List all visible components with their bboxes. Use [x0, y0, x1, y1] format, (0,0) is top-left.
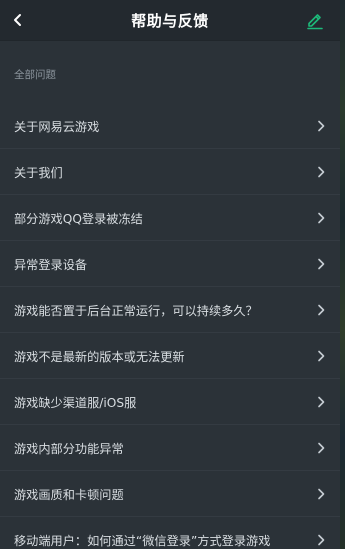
faq-item[interactable]: 游戏能否置于后台正常运行，可以持续多久？	[0, 287, 340, 333]
feedback-edit-button[interactable]	[302, 0, 328, 40]
faq-item-label: 异常登录设备	[14, 257, 88, 272]
app-window: 帮助与反馈 全部问题 关于网易云游戏 关于我们 部分游戏QQ登录被冻结 异常登录…	[0, 0, 345, 549]
faq-item[interactable]: 移动端用户：如何通过“微信登录”方式登录游戏	[0, 517, 340, 549]
chevron-right-icon	[315, 211, 327, 225]
faq-item[interactable]: 游戏内部分功能异常	[0, 425, 340, 471]
faq-item[interactable]: 关于网易云游戏	[0, 103, 340, 149]
faq-item[interactable]: 异常登录设备	[0, 241, 340, 287]
background-game-strip	[340, 0, 345, 549]
faq-item-label: 游戏能否置于后台正常运行，可以持续多久？	[14, 303, 258, 318]
faq-item[interactable]: 游戏不是最新的版本或无法更新	[0, 333, 340, 379]
faq-item-label: 游戏不是最新的版本或无法更新	[14, 349, 185, 364]
chevron-right-icon	[315, 257, 327, 271]
faq-list: 关于网易云游戏 关于我们 部分游戏QQ登录被冻结 异常登录设备 游戏能否置于后台…	[0, 103, 340, 549]
faq-item[interactable]: 部分游戏QQ登录被冻结	[0, 195, 340, 241]
top-bar: 帮助与反馈	[0, 0, 340, 41]
faq-item-label: 游戏缺少渠道服/iOS服	[14, 395, 137, 410]
faq-item-label: 部分游戏QQ登录被冻结	[14, 211, 143, 226]
faq-item-label: 游戏画质和卡顿问题	[14, 487, 124, 502]
chevron-right-icon	[315, 533, 327, 547]
chevron-left-icon	[14, 14, 21, 26]
chevron-right-icon	[315, 303, 327, 317]
faq-item[interactable]: 关于我们	[0, 149, 340, 195]
chevron-right-icon	[315, 349, 327, 363]
pencil-icon	[307, 14, 323, 30]
faq-item[interactable]: 游戏缺少渠道服/iOS服	[0, 379, 340, 425]
faq-item[interactable]: 游戏画质和卡顿问题	[0, 471, 340, 517]
faq-item-label: 关于网易云游戏	[14, 119, 100, 134]
back-button[interactable]	[6, 0, 30, 40]
chevron-right-icon	[315, 441, 327, 455]
faq-item-label: 关于我们	[14, 165, 63, 180]
help-feedback-panel: 帮助与反馈 全部问题 关于网易云游戏 关于我们 部分游戏QQ登录被冻结 异常登录…	[0, 0, 340, 549]
chevron-right-icon	[315, 395, 327, 409]
chevron-right-icon	[315, 119, 327, 133]
chevron-right-icon	[315, 487, 327, 501]
chevron-right-icon	[315, 165, 327, 179]
section-title: 全部问题	[14, 69, 56, 81]
faq-item-label: 游戏内部分功能异常	[14, 441, 124, 456]
page-title: 帮助与反馈	[131, 11, 209, 30]
faq-item-label: 移动端用户：如何通过“微信登录”方式登录游戏	[14, 533, 271, 548]
